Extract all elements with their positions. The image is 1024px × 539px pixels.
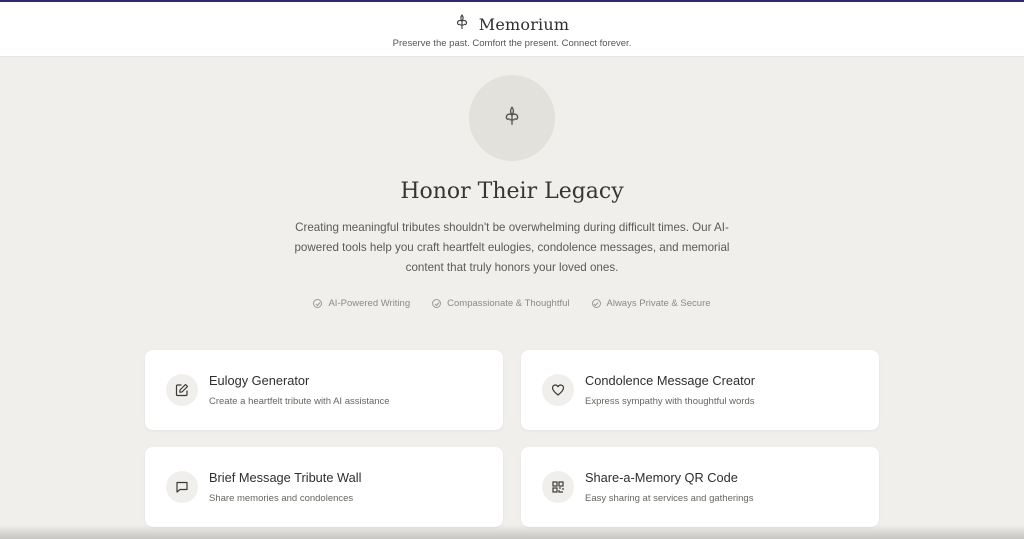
fleur-de-lis-icon bbox=[455, 13, 469, 35]
feature-item: Compassionate & Thoughtful bbox=[432, 298, 570, 309]
feature-list: AI-Powered Writing Compassionate & Thoug… bbox=[0, 298, 1024, 309]
card-eulogy-generator[interactable]: Eulogy Generator Create a heartfelt trib… bbox=[145, 350, 503, 430]
hero-emblem bbox=[469, 75, 555, 161]
card-title: Condolence Message Creator bbox=[585, 373, 756, 388]
card-title: Eulogy Generator bbox=[209, 373, 310, 388]
tools-grid: Eulogy Generator Create a heartfelt trib… bbox=[145, 350, 880, 527]
check-circle-icon bbox=[432, 299, 442, 308]
brand[interactable]: Memorium bbox=[0, 13, 1024, 35]
feature-label: Always Private & Secure bbox=[606, 298, 711, 309]
heart-icon bbox=[542, 374, 574, 406]
card-subtitle: Easy sharing at services and gatherings bbox=[585, 493, 754, 504]
brand-name: Memorium bbox=[478, 14, 570, 34]
tagline: Preserve the past. Comfort the present. … bbox=[392, 38, 632, 49]
card-subtitle: Share memories and condolences bbox=[209, 493, 354, 504]
hero-section: Honor Their Legacy Creating meaningful t… bbox=[0, 57, 1024, 309]
check-circle-icon bbox=[591, 299, 601, 308]
qr-code-icon bbox=[542, 471, 574, 503]
card-subtitle: Create a heartfelt tribute with AI assis… bbox=[209, 396, 390, 407]
window-edge-shadow bbox=[0, 525, 1024, 539]
card-qr-code[interactable]: Share-a-Memory QR Code Easy sharing at s… bbox=[521, 447, 879, 527]
check-circle-icon bbox=[313, 299, 323, 308]
card-title: Share-a-Memory QR Code bbox=[585, 470, 738, 485]
edit-icon bbox=[166, 374, 198, 406]
feature-item: Always Private & Secure bbox=[591, 298, 711, 309]
hero-title: Honor Their Legacy bbox=[400, 179, 624, 204]
card-title: Brief Message Tribute Wall bbox=[209, 470, 362, 485]
hero-description: Creating meaningful tributes shouldn't b… bbox=[294, 221, 730, 274]
card-subtitle: Express sympathy with thoughtful words bbox=[585, 396, 755, 407]
feature-label: AI-Powered Writing bbox=[328, 298, 411, 309]
feature-item: AI-Powered Writing bbox=[313, 298, 410, 309]
message-icon bbox=[166, 471, 198, 503]
fleur-de-lis-icon bbox=[503, 106, 521, 131]
card-tribute-wall[interactable]: Brief Message Tribute Wall Share memorie… bbox=[145, 447, 503, 527]
feature-label: Compassionate & Thoughtful bbox=[447, 298, 570, 309]
card-condolence-message-creator[interactable]: Condolence Message Creator Express sympa… bbox=[521, 350, 879, 430]
site-header: Memorium Preserve the past. Comfort the … bbox=[0, 2, 1024, 57]
